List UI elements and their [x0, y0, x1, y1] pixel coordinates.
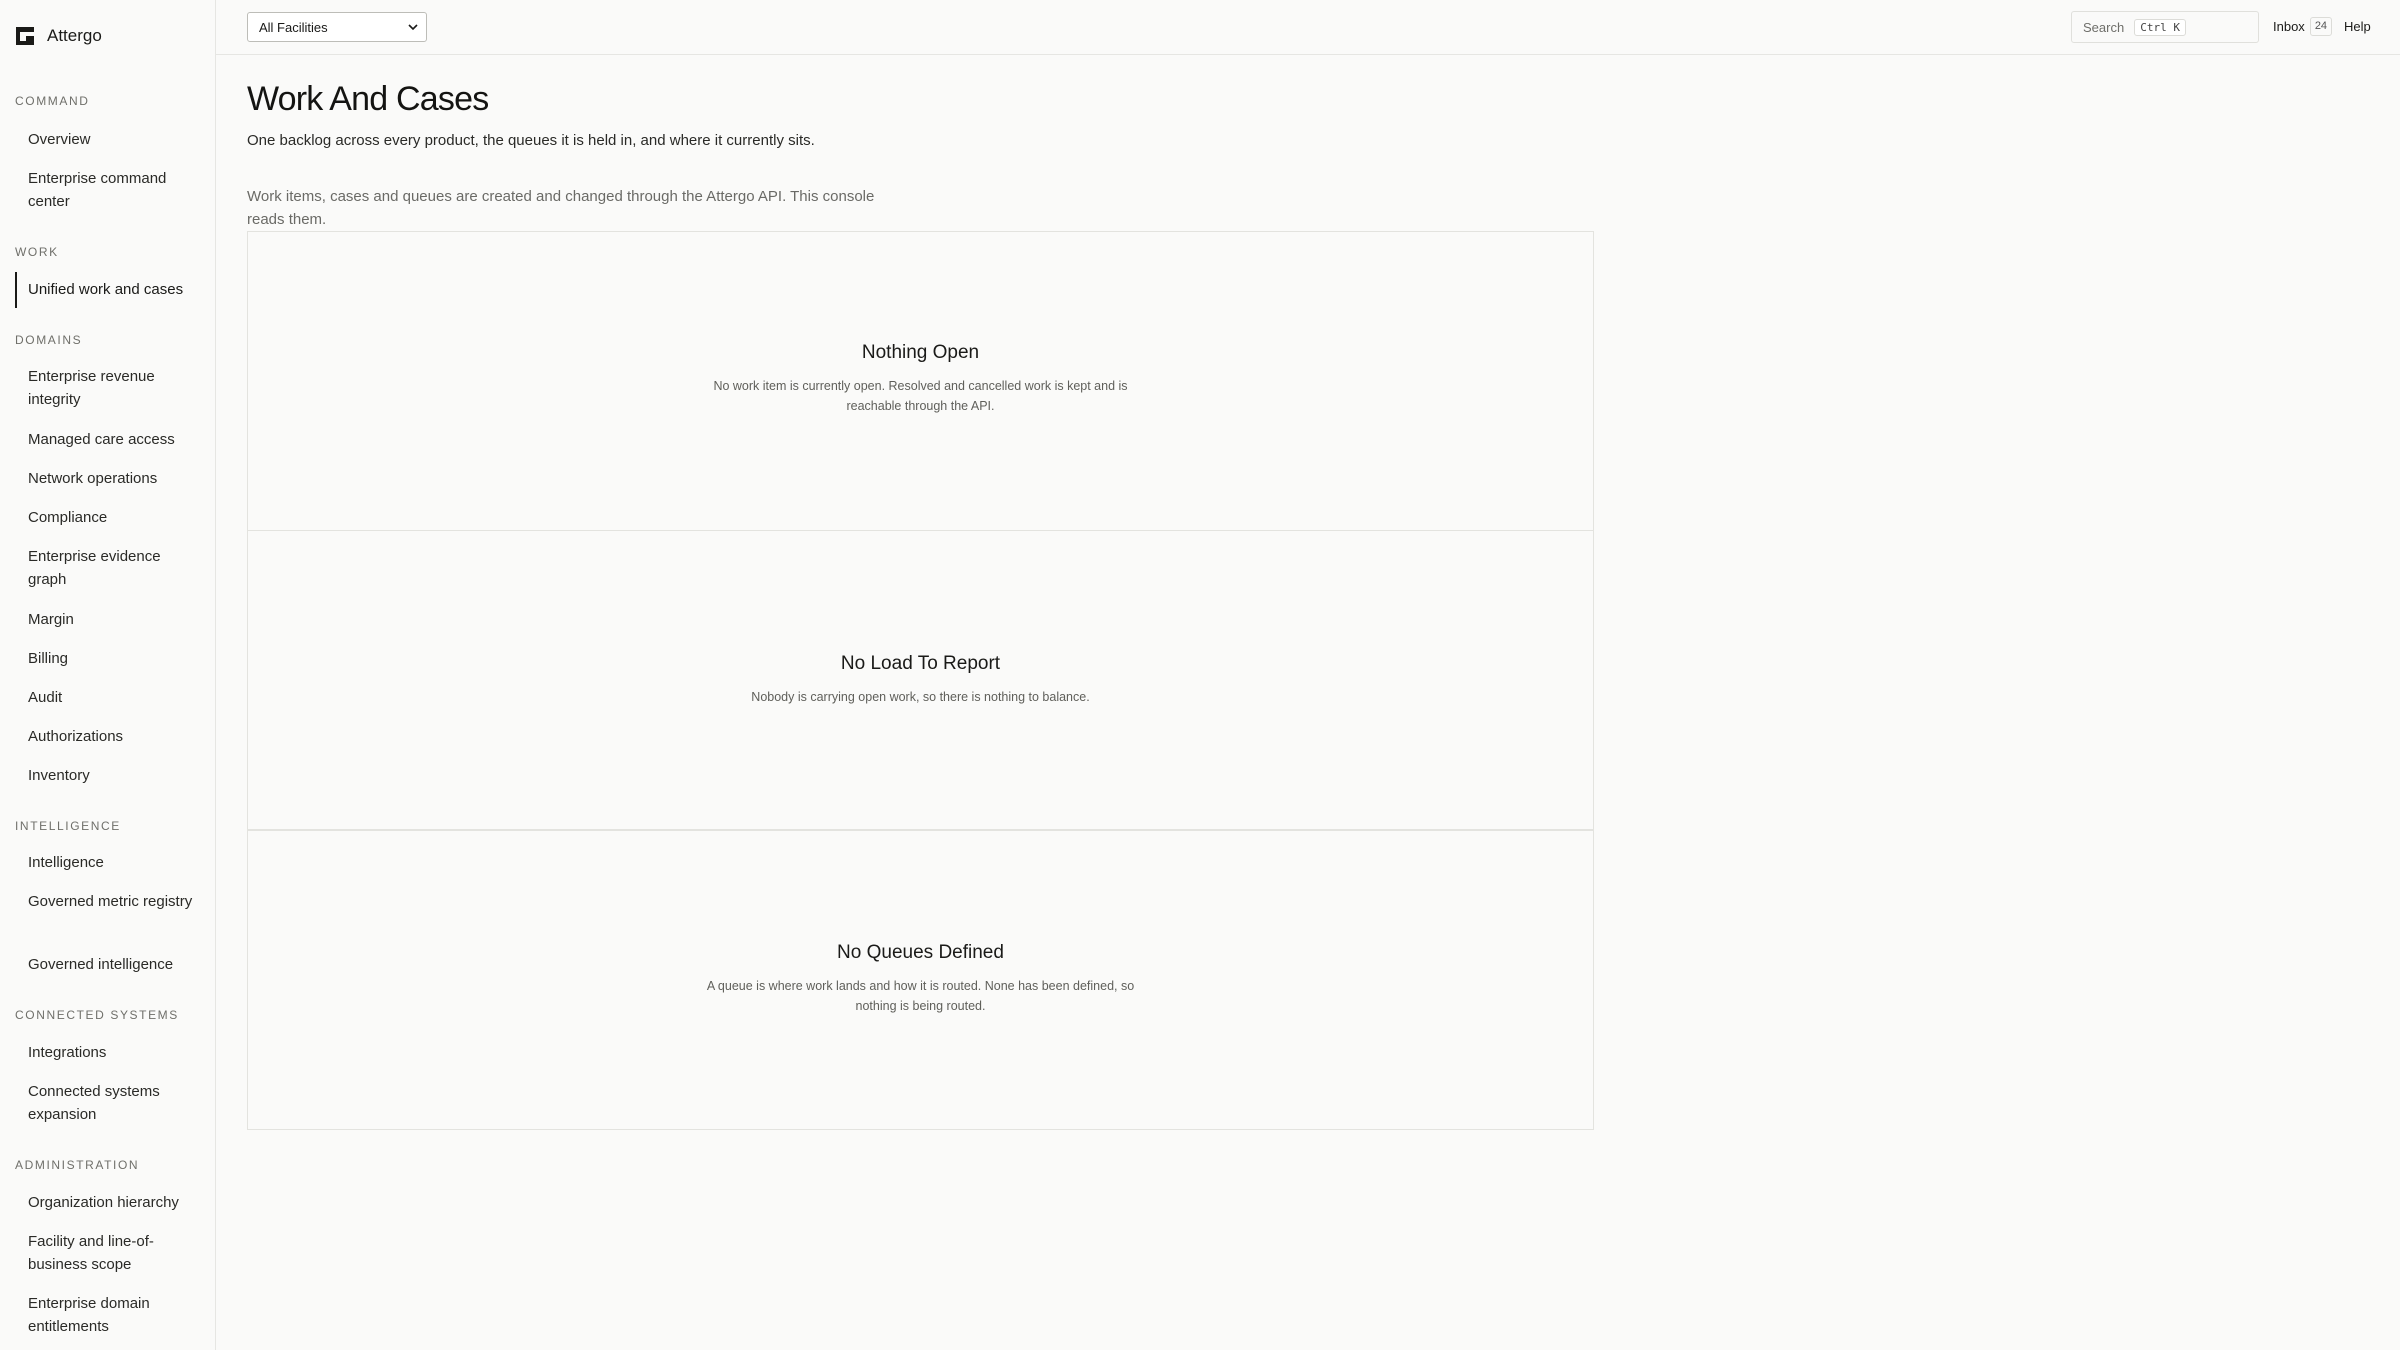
sidebar-item-governed-intelligence[interactable]: Governed intelligence	[28, 953, 198, 976]
empty-state-text: No work item is currently open. Resolved…	[713, 379, 1128, 413]
sidebar-item-compliance[interactable]: Compliance	[28, 506, 198, 529]
sidebar-item-billing[interactable]: Billing	[28, 647, 198, 670]
sidebar-item-connected-systems-expansion[interactable]: Connected systems expansion	[28, 1080, 198, 1126]
sidebar-item-enterprise-domain-entitlements[interactable]: Enterprise domain entitlements	[28, 1292, 198, 1338]
facility-select[interactable]: All Facilities	[247, 12, 427, 42]
queues-panel: No Queues Defined A queue is where work …	[247, 830, 1594, 1130]
nav-section-work: WORK	[15, 245, 59, 259]
empty-state-text: A queue is where work lands and how it i…	[706, 979, 1135, 1013]
empty-state-text: Nobody is carrying open work, so there i…	[751, 690, 1090, 704]
sidebar-item-enterprise-evidence-graph[interactable]: Enterprise evidence graph	[28, 545, 198, 591]
search-input[interactable]: Search Ctrl K	[2071, 11, 2259, 43]
app-name: Attergo	[47, 26, 102, 45]
nav-section-administration: ADMINISTRATION	[15, 1158, 140, 1172]
sidebar-item-enterprise-command-center[interactable]: Enterprise command center	[28, 167, 198, 213]
sidebar-item-managed-care-access[interactable]: Managed care access	[28, 428, 198, 451]
api-note: Work items, cases and queues are created…	[247, 188, 875, 228]
active-item-indicator	[15, 272, 17, 308]
page-subtitle: One backlog across every product, the qu…	[247, 132, 815, 149]
page-title: Work And Cases	[247, 80, 489, 118]
help-link[interactable]: Help	[2344, 19, 2371, 34]
empty-state-title: No Load To Report	[840, 653, 1001, 674]
top-bar: All Facilities Search Ctrl K Inbox 24 He…	[216, 0, 2400, 55]
empty-state: No Load To Report Nobody is carrying ope…	[248, 653, 1593, 707]
sidebar-item-authorizations[interactable]: Authorizations	[28, 725, 198, 748]
sidebar-item-network-operations[interactable]: Network operations	[28, 467, 198, 490]
sidebar: Attergo COMMAND Overview Enterprise comm…	[0, 0, 216, 1350]
inbox-count-badge: 24	[2309, 17, 2333, 36]
brand[interactable]: Attergo	[16, 25, 102, 47]
nav-section-command: COMMAND	[15, 94, 90, 108]
inbox-label: Inbox	[2273, 19, 2305, 34]
search-shortcut-badge: Ctrl K	[2134, 18, 2186, 36]
sidebar-item-intelligence[interactable]: Intelligence	[28, 851, 198, 874]
empty-state: No Queues Defined A queue is where work …	[248, 942, 1593, 1016]
empty-state-title: Nothing Open	[861, 342, 980, 363]
nav-section-intelligence: INTELLIGENCE	[15, 819, 121, 833]
sidebar-item-unified-work-and-cases[interactable]: Unified work and cases	[28, 278, 198, 301]
chevron-down-icon	[408, 24, 418, 31]
sidebar-item-enterprise-revenue-integrity[interactable]: Enterprise revenue integrity	[28, 365, 198, 411]
nav-section-connected-systems: CONNECTED SYSTEMS	[15, 1008, 179, 1022]
load-panel: No Load To Report Nobody is carrying ope…	[247, 530, 1594, 830]
sidebar-item-integrations[interactable]: Integrations	[28, 1041, 198, 1064]
open-work-panel: Nothing Open No work item is currently o…	[247, 231, 1594, 531]
empty-state-title: No Queues Defined	[837, 942, 1004, 963]
sidebar-item-inventory[interactable]: Inventory	[28, 764, 198, 787]
sidebar-item-overview[interactable]: Overview	[28, 128, 198, 151]
sidebar-item-organization-hierarchy[interactable]: Organization hierarchy	[28, 1191, 198, 1214]
search-label: Search	[2083, 19, 2125, 35]
facility-select-value: All Facilities	[259, 19, 328, 35]
sidebar-item-governed-metric-registry[interactable]: Governed metric registry	[28, 890, 198, 913]
attergo-logo-icon	[16, 27, 34, 45]
sidebar-item-facility-and-lob-scope[interactable]: Facility and line-of-business scope	[28, 1230, 198, 1276]
empty-state: Nothing Open No work item is currently o…	[248, 342, 1593, 416]
sidebar-item-margin[interactable]: Margin	[28, 608, 198, 631]
inbox-button[interactable]: Inbox 24	[2273, 17, 2333, 36]
sidebar-item-audit[interactable]: Audit	[28, 686, 198, 709]
nav-section-domains: DOMAINS	[15, 333, 83, 347]
